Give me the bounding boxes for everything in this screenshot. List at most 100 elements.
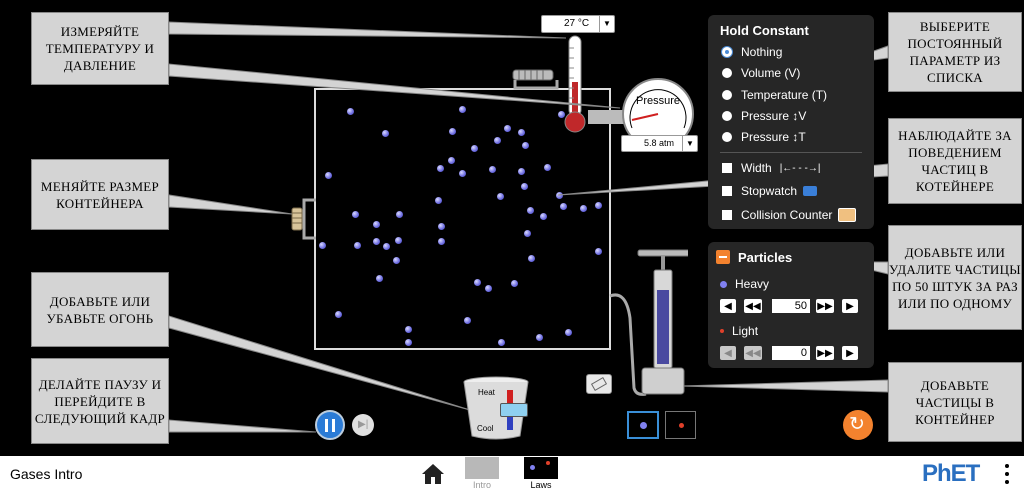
light-count[interactable]: 0 [772, 346, 810, 360]
particles-title: Particles [738, 250, 793, 265]
stopwatch-icon [803, 186, 818, 196]
heavy-particle [560, 203, 567, 210]
heavy-count[interactable]: 50 [772, 299, 810, 313]
heavy-particle [393, 257, 400, 264]
heavy-particle [347, 108, 354, 115]
heavy-particle [438, 238, 445, 245]
checkbox-icon [722, 210, 732, 220]
heavy-particle-type-button[interactable] [627, 411, 659, 439]
heavy-particle [382, 130, 389, 137]
light-increment-one-button[interactable]: ▶ [842, 346, 858, 360]
heavy-particle [556, 192, 563, 199]
screen-tab-intro[interactable]: Intro [462, 456, 502, 492]
collision-counter-checkbox[interactable]: Collision Counter [722, 207, 857, 223]
pressure-label: Pressure [635, 95, 681, 107]
heavy-particle [373, 221, 380, 228]
light-decrement-fifty-button[interactable]: ◀◀ [744, 346, 762, 360]
heavy-particle [536, 334, 543, 341]
callout-fire: ДОБАВЬТЕ ИЛИ УБАВЬТЕ ОГОНЬ [31, 272, 169, 347]
heavy-particle [497, 193, 504, 200]
heat-cool-slider-knob[interactable] [500, 403, 528, 417]
heavy-particle [522, 142, 529, 149]
radio-label: Nothing [741, 45, 783, 59]
radio-icon [722, 68, 732, 78]
stopwatch-checkbox[interactable]: Stopwatch [722, 183, 818, 199]
heavy-decrement-fifty-button[interactable]: ◀◀ [744, 299, 762, 313]
heavy-particle [449, 128, 456, 135]
bicycle-pump[interactable] [606, 248, 688, 402]
radio-pressure-t[interactable]: Pressure ↕T [722, 129, 806, 145]
callout-add-particles: ДОБАВЬТЕ ЧАСТИЦЫ В КОНТЕЙНЕР [888, 362, 1022, 442]
checkbox-label: Stopwatch [741, 184, 798, 198]
cool-label: Cool [477, 424, 494, 433]
pressure-select[interactable]: 5.8 atm ▼ [621, 135, 698, 152]
home-button[interactable] [420, 462, 446, 486]
radio-pressure-v[interactable]: Pressure ↕V [722, 108, 806, 124]
thermometer-icon [564, 35, 586, 133]
temperature-readout: 27 °C [564, 18, 590, 29]
resize-handle[interactable] [288, 196, 318, 242]
heavy-particle [354, 242, 361, 249]
heavy-particle [485, 285, 492, 292]
step-forward-button[interactable]: ▶| [352, 414, 374, 436]
radio-temperature[interactable]: Temperature (T) [722, 87, 827, 103]
pause-button[interactable] [315, 410, 345, 440]
menu-button[interactable] [1002, 462, 1012, 486]
heavy-particle-icon [640, 422, 647, 429]
radio-selected-icon [722, 47, 732, 57]
callout-choose: ВЫБЕРИТЕ ПОСТОЯННЫЙ ПАРАМЕТР ИЗ СПИСКА [888, 12, 1022, 92]
chevron-down-icon: ▼ [682, 136, 697, 151]
eraser-button[interactable] [586, 374, 612, 394]
light-particle-type-button[interactable] [665, 411, 696, 439]
width-checkbox[interactable]: Width |←- - -→| [722, 160, 820, 176]
eraser-icon [590, 377, 608, 391]
heavy-particle [528, 255, 535, 262]
light-particle-icon [679, 423, 684, 428]
heavy-particle [527, 207, 534, 214]
heavy-particle [438, 223, 445, 230]
heavy-decrement-one-button[interactable]: ◀ [720, 299, 736, 313]
screen-tab-laws[interactable]: Laws [521, 456, 561, 492]
heavy-particle [471, 145, 478, 152]
pressure-gauge-icon [622, 78, 694, 140]
heavy-particle [352, 211, 359, 218]
light-increment-fifty-button[interactable]: ▶▶ [816, 346, 834, 360]
step-forward-icon: ▶| [358, 419, 369, 430]
lid-handle[interactable] [505, 66, 565, 90]
width-arrow-icon: |←- - -→| [779, 162, 821, 174]
callout-observe: НАБЛЮДАЙТЕ ЗА ПОВЕДЕНИЕМ ЧАСТИЦ В КОТЕЙН… [888, 118, 1022, 204]
more-vertical-icon [1005, 464, 1009, 468]
phet-logo: PhET [922, 460, 980, 487]
radio-volume[interactable]: Volume (V) [722, 65, 800, 81]
heavy-particle [521, 183, 528, 190]
collapse-icon[interactable] [716, 250, 730, 264]
hold-constant-title: Hold Constant [720, 23, 809, 38]
heavy-particle [437, 165, 444, 172]
pressure-readout: 5.8 atm [644, 138, 675, 148]
heavy-particle [464, 317, 471, 324]
radio-nothing[interactable]: Nothing [722, 44, 782, 60]
radio-label: Temperature (T) [741, 88, 828, 102]
heavy-particle [498, 339, 505, 346]
heavy-particle [489, 166, 496, 173]
heavy-particle [518, 168, 525, 175]
callout-measure: ИЗМЕРЯЙТЕ ТЕМПЕРАТУРУ И ДАВЛЕНИЕ [31, 12, 169, 85]
light-decrement-one-button[interactable]: ◀ [720, 346, 736, 360]
heavy-particle [383, 243, 390, 250]
reset-all-button[interactable]: ↻ [843, 410, 873, 440]
heavy-particle [373, 238, 380, 245]
intro-screen-icon [465, 457, 499, 479]
callout-add-remove: ДОБАВЬТЕ ИЛИ УДАЛИТЕ ЧАСТИЦЫ ПО 50 ШТУК … [888, 225, 1022, 330]
heavy-increment-fifty-button[interactable]: ▶▶ [816, 299, 834, 313]
heavy-increment-one-button[interactable]: ▶ [842, 299, 858, 313]
heavy-particle [595, 248, 602, 255]
heavy-particle [319, 242, 326, 249]
callout-resize: МЕНЯЙТЕ РАЗМЕР КОНТЕЙНЕРА [31, 159, 169, 230]
light-label: Light [732, 324, 759, 338]
temperature-select[interactable]: 27 °C ▼ [541, 15, 615, 33]
heavy-particle [396, 211, 403, 218]
heavy-particle [540, 213, 547, 220]
divider [720, 152, 862, 153]
heavy-particle [595, 202, 602, 209]
collision-counter-icon [838, 208, 857, 222]
